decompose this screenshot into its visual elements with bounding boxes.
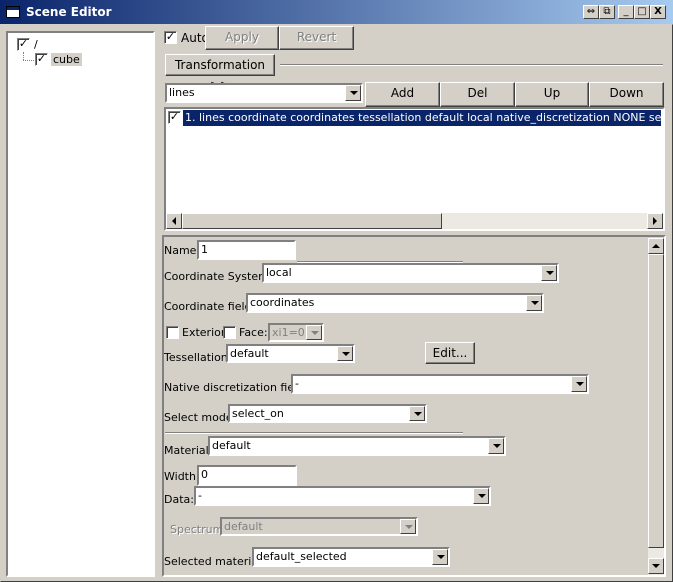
up-button[interactable]: Up [515, 82, 589, 107]
tessellation-select[interactable]: default [226, 344, 355, 363]
spectrum-select[interactable]: default [220, 517, 418, 536]
select-mode-value: select_on [232, 407, 284, 420]
chevron-down-icon[interactable] [541, 265, 557, 281]
chevron-down-icon[interactable] [337, 346, 353, 361]
selected-material-value: default_selected [256, 550, 347, 563]
data-label: Data: [164, 493, 194, 506]
down-button[interactable]: Down [589, 82, 664, 107]
graphics-type-select[interactable]: lines [165, 83, 363, 103]
chevron-down-icon[interactable] [488, 438, 504, 454]
scene-tree[interactable] [6, 31, 155, 577]
add-button[interactable]: Add [365, 82, 440, 107]
separator [165, 432, 463, 434]
coord-field-label: Coordinate field: [164, 300, 256, 313]
width-label: Width: [164, 470, 200, 483]
hscroll-thumb[interactable] [182, 213, 442, 229]
minimize-button[interactable]: _ [618, 5, 634, 19]
native-disc-select[interactable]: - [291, 374, 589, 394]
coord-field-select[interactable]: coordinates [246, 293, 544, 313]
chevron-down-icon[interactable] [345, 85, 361, 101]
tree-item-cube[interactable]: cube [51, 53, 82, 66]
scroll-down-button[interactable] [648, 558, 664, 574]
data-value: - [198, 489, 202, 502]
native-disc-value: - [295, 377, 299, 390]
auto-checkbox[interactable]: ✓ [164, 31, 177, 44]
scroll-left-button[interactable] [166, 213, 182, 229]
material-label: Material: [164, 444, 213, 457]
name-label: Name: [164, 244, 201, 257]
window-icon [6, 6, 20, 18]
tessellation-value: default [230, 347, 269, 360]
toolbar-separator [280, 64, 663, 66]
exterior-checkbox[interactable] [166, 326, 179, 339]
coord-field-value: coordinates [250, 296, 315, 309]
edit-tessellation-button[interactable]: Edit... [425, 342, 475, 364]
maximize-button[interactable]: □ [634, 5, 650, 19]
selected-material-label: Selected material: [164, 555, 265, 568]
chevron-down-icon[interactable] [473, 488, 489, 504]
tree-connector [23, 52, 24, 60]
graphics-type-value: lines [169, 86, 195, 99]
chevron-down-icon[interactable] [409, 406, 425, 421]
chevron-down-icon[interactable] [571, 376, 587, 392]
resize-icon[interactable]: ⇔ [583, 5, 599, 19]
material-value: default [212, 439, 251, 452]
spectrum-value: default [224, 520, 263, 533]
tessellation-label: Tessellation: [164, 351, 232, 364]
face-select[interactable]: xi1=0 [268, 323, 324, 342]
scroll-right-button[interactable] [647, 213, 663, 229]
face-value: xi1=0 [272, 326, 305, 339]
tree-connector [23, 60, 34, 61]
face-label: Face: [239, 326, 268, 339]
window-title: Scene Editor [26, 5, 112, 19]
del-button[interactable]: Del [440, 82, 515, 107]
scroll-up-button[interactable] [648, 238, 664, 254]
float-icon[interactable]: ⧉ [599, 5, 615, 19]
exterior-label: Exterior [182, 326, 226, 339]
spectrum-label: Spectrum: [170, 523, 228, 536]
revert-button[interactable]: Revert [279, 26, 354, 50]
select-mode-select[interactable]: select_on [228, 404, 427, 423]
selected-material-select[interactable]: default_selected [252, 547, 450, 567]
graphics-item-checkbox[interactable]: ✓ [168, 111, 181, 124]
native-disc-label: Native discretization field: [164, 381, 308, 394]
vscroll-thumb[interactable] [648, 254, 664, 548]
transformation-button[interactable]: Transformation >> [165, 54, 275, 92]
name-field[interactable]: 1 [197, 240, 296, 260]
width-field[interactable]: 0 [197, 465, 297, 486]
material-select[interactable]: default [208, 436, 506, 456]
face-checkbox[interactable] [223, 326, 236, 339]
chevron-down-icon[interactable] [306, 325, 322, 340]
coord-system-value: local [266, 266, 292, 279]
data-select[interactable]: - [194, 486, 491, 506]
coord-system-select[interactable]: local [262, 263, 559, 283]
tree-root-label[interactable]: / [34, 38, 38, 51]
chevron-down-icon[interactable] [432, 549, 448, 565]
cube-checkbox[interactable]: ✓ [35, 53, 48, 66]
coord-system-label: Coordinate System: [164, 270, 273, 283]
close-button[interactable]: X [650, 5, 666, 19]
select-mode-label: Select mode: [164, 411, 237, 424]
graphics-list-item[interactable]: 1. lines coordinate coordinates tessella… [183, 110, 661, 126]
apply-button[interactable]: Apply [205, 26, 279, 50]
root-checkbox[interactable]: ✓ [17, 38, 30, 51]
chevron-down-icon[interactable] [526, 295, 542, 311]
chevron-down-icon[interactable] [400, 519, 416, 534]
